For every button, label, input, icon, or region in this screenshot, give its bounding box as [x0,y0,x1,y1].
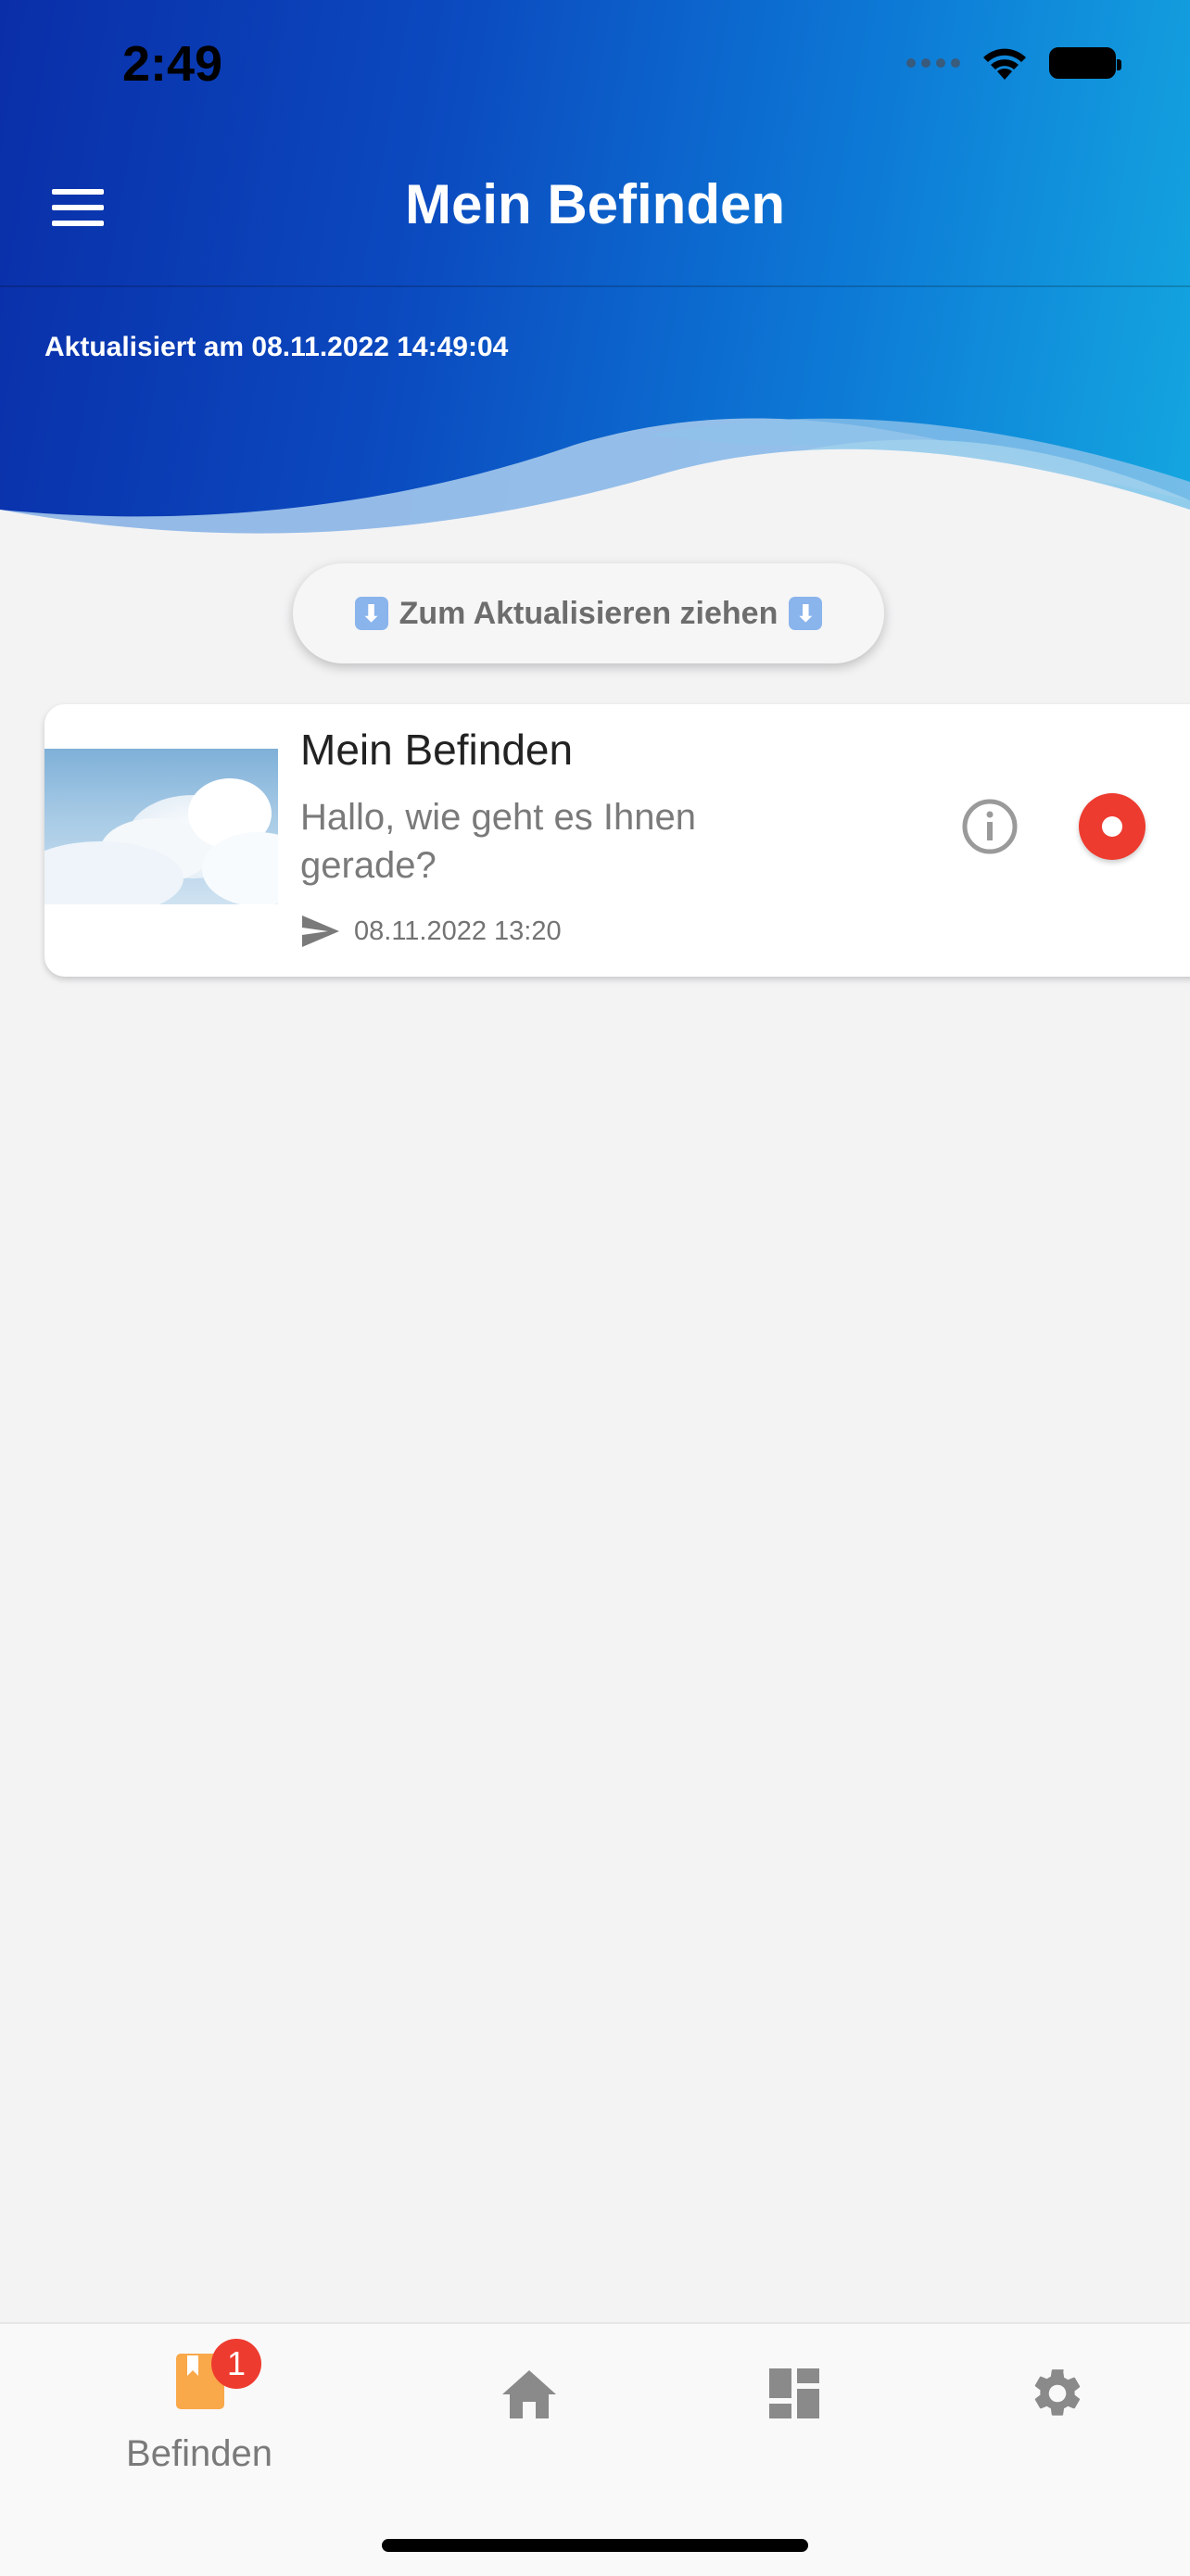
pull-to-refresh-hint: ⬇ Zum Aktualisieren ziehen ⬇ [293,563,884,663]
header: 2:49 Mein Befinden Aktualisiert am 08.11… [0,0,1190,556]
pull-to-refresh-label: Zum Aktualisieren ziehen [399,595,779,631]
survey-card[interactable]: Mein Befinden Hallo, wie geht es Ihnen g… [44,704,1190,977]
send-icon [302,915,339,947]
home-indicator [382,2539,808,2552]
card-message: Hallo, wie geht es Ihnen gerade? [300,797,696,886]
gear-icon[interactable] [1029,2365,1086,2422]
status-icons [906,44,1121,82]
header-divider [0,285,1190,287]
wifi-icon [983,48,1026,80]
last-updated-text: Aktualisiert am 08.11.2022 14:49:04 [44,332,509,362]
dashboard-icon[interactable] [767,2367,821,2420]
page-title: Mein Befinden [404,173,785,235]
home-icon[interactable] [500,2368,558,2420]
arrow-down-icon: ⬇ [789,597,823,630]
info-icon[interactable] [960,797,1019,856]
header-wave [0,418,1190,556]
arrow-down-icon: ⬇ [354,597,388,630]
bottom-navigation: 1 Befinden [0,2322,1190,2576]
card-timestamp: 08.11.2022 13:20 [354,915,562,946]
notification-badge: 1 [211,2339,261,2389]
cellular-signal-icon [906,58,960,68]
record-button[interactable] [1079,793,1146,860]
card-thumbnail-clouds [44,749,278,904]
card-meta: 08.11.2022 13:20 [300,914,562,949]
battery-icon [1049,47,1121,79]
status-time: 2:49 [122,36,223,92]
card-title: Mein Befinden [300,726,574,774]
nav-item-befinden[interactable]: 1 Befinden [102,2324,297,2509]
nav-label-befinden: Befinden [126,2433,272,2474]
